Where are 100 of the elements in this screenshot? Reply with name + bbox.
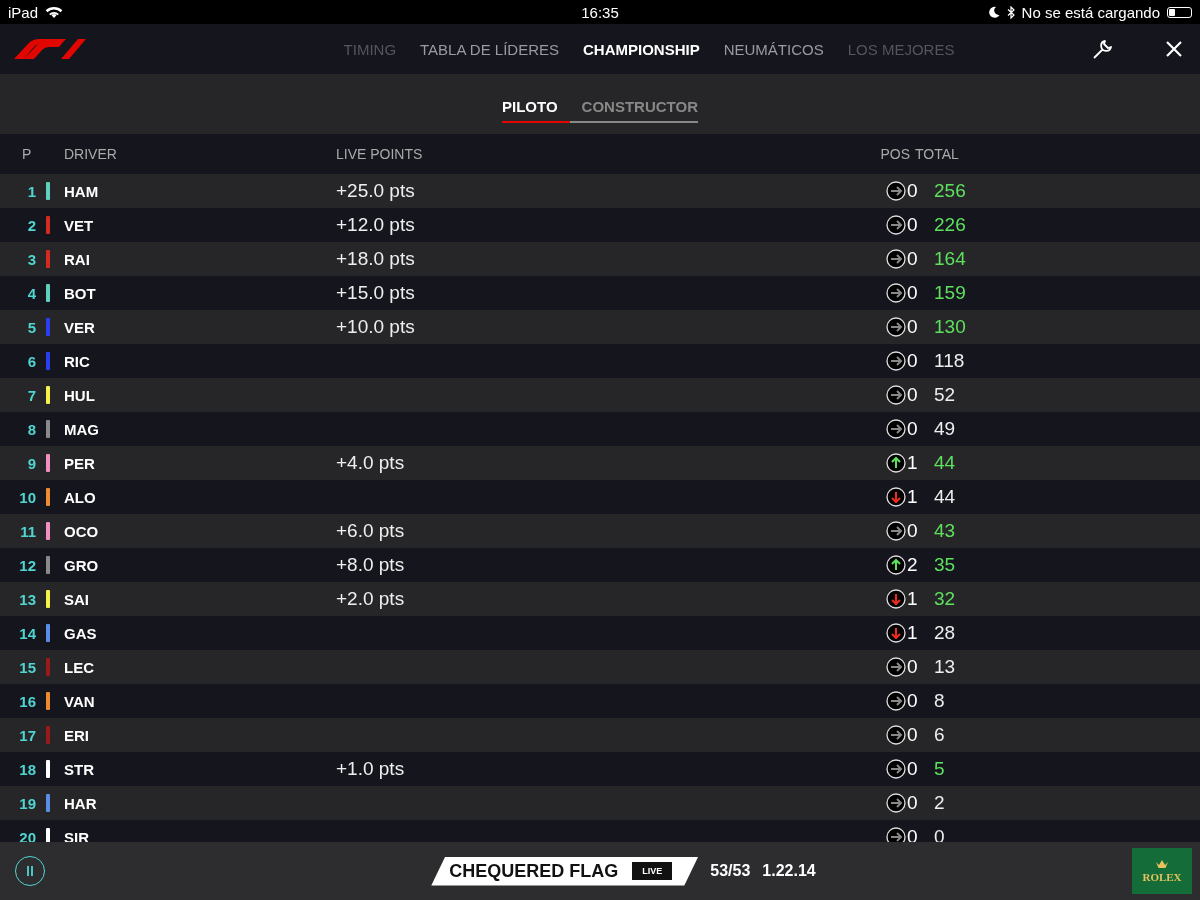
live-points: +2.0 pts [336,588,405,609]
position-change: 0 [907,214,918,236]
driver-code: MAG [64,420,100,438]
position-change: 1 [907,452,918,474]
column-header: POS [879,146,910,162]
live-badge: LIVE [632,862,673,880]
position-change: 0 [907,792,918,814]
position-change: 0 [907,282,918,304]
total-points: 6 [934,724,945,746]
bluetooth-icon [1006,5,1015,19]
position-number: 16 [18,692,36,710]
total-points: 8 [934,690,945,712]
position-number: 17 [18,726,36,744]
position-change: 0 [907,418,918,440]
driver-code: VAN [64,692,96,710]
total-points: 49 [934,418,956,440]
position-number: 1 [26,182,36,200]
driver-code: ERI [64,726,90,744]
position-change: 0 [907,180,918,202]
driver-code: PER [64,454,96,472]
lap-time: 1.22.14 [762,862,816,880]
total-points: 159 [934,282,966,304]
wifi-icon [45,5,64,19]
total-points: 35 [934,554,956,576]
position-change: 0 [907,520,918,542]
driver-code: SAI [64,590,90,608]
column-header: DRIVER [63,146,118,162]
position-change: 0 [907,724,918,746]
driver-code: GAS [64,624,98,642]
position-number: 2 [26,216,36,234]
driver-code: GRO [64,556,100,574]
clock-time: 16:35 [581,3,619,21]
position-number: 9 [26,454,36,472]
total-points: 164 [934,248,966,270]
close-icon[interactable] [1166,41,1182,57]
driver-code: HAR [64,794,98,812]
position-change: 0 [907,248,918,270]
position-number: 8 [26,420,36,438]
position-number: 5 [26,318,36,336]
total-points: 28 [934,622,956,644]
total-points: 52 [934,384,956,406]
live-points: +12.0 pts [336,214,415,235]
position-change: 0 [907,656,918,678]
driver-code: LEC [64,658,95,676]
position-number: 11 [19,522,36,540]
driver-code: VER [64,318,96,336]
driver-code: ALO [64,488,97,506]
logo-icon[interactable] [14,39,86,59]
total-points: 44 [934,452,956,474]
driver-code: RAI [64,250,91,268]
position-change: 0 [907,384,918,406]
position-number: 18 [18,760,36,778]
position-change: 0 [907,350,918,372]
live-points: +15.0 pts [336,282,415,303]
total-points: 118 [934,350,965,372]
position-change: 1 [907,486,918,508]
live-points: +1.0 pts [336,758,405,779]
driver-code: SIR [64,828,90,842]
subtab[interactable]: CONSTRUCTOR [569,89,698,123]
nav-tab[interactable]: NEUMÁTICOS [723,36,824,62]
wrench-icon[interactable] [1092,38,1114,60]
live-points: +25.0 pts [336,180,415,201]
position-number: 3 [26,250,36,268]
live-points: +6.0 pts [336,520,405,541]
column-header: TOTAL [914,146,959,162]
position-change: 0 [907,758,918,780]
total-points: 5 [934,758,945,780]
driver-code: RIC [64,352,91,370]
total-points: 130 [934,316,966,338]
position-change: 2 [907,554,918,576]
position-number: 15 [18,658,36,676]
session-status: CHEQUERED FLAG [449,860,619,882]
nav-tab[interactable]: TABLA DE LÍDERES [420,36,559,62]
charging-status: No se está cargando [1021,3,1160,21]
position-change: 1 [907,588,918,610]
position-number: 4 [26,284,36,302]
position-number: 6 [26,352,36,370]
live-points: +18.0 pts [336,248,415,269]
position-change: 0 [907,316,918,338]
nav-tab[interactable]: CHAMPIONSHIP [583,36,700,62]
total-points: 13 [934,656,956,678]
live-points: +4.0 pts [336,452,405,473]
total-points: 2 [934,792,945,814]
total-points: 256 [934,180,966,202]
column-header: P [21,146,33,162]
position-number: 10 [18,488,36,506]
position-change: 0 [907,690,918,712]
subtab[interactable]: PILOTO [502,89,570,123]
position-number: 20 [18,828,36,842]
sponsor-name: ROLEX [1142,871,1182,883]
battery-icon [1167,6,1192,18]
live-points: +10.0 pts [336,316,415,337]
crown-icon [1155,859,1169,869]
column-header: LIVE POINTS [336,146,424,162]
position-number: 14 [18,624,36,642]
total-points: 44 [934,486,956,508]
driver-code: VET [64,216,95,234]
position-number: 7 [26,386,36,404]
driver-code: STR [64,760,95,778]
driver-code: OCO [64,522,100,540]
